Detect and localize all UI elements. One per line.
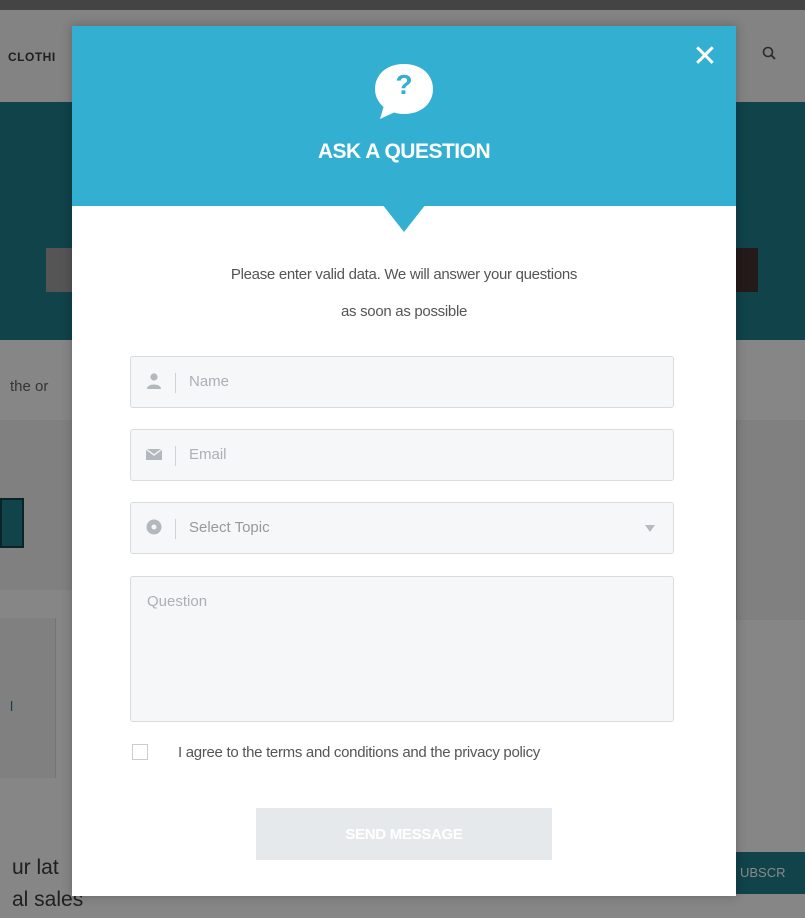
- question-mark-glyph: ?: [395, 69, 413, 100]
- field-separator: [175, 373, 176, 393]
- intro-text: Please enter valid data. We will answer …: [132, 256, 676, 330]
- name-input[interactable]: [189, 357, 649, 407]
- intro-line-1: Please enter valid data. We will answer …: [230, 266, 578, 283]
- user-icon: [145, 372, 163, 390]
- modal-title: ASK A QUESTION: [317, 140, 491, 163]
- field-separator: [175, 446, 176, 466]
- question-field: [130, 576, 674, 722]
- field-separator: [175, 519, 176, 539]
- envelope-icon: [145, 445, 163, 463]
- intro-line-2: as soon as possible: [340, 303, 468, 320]
- name-field: [130, 356, 674, 408]
- email-input[interactable]: [189, 430, 649, 480]
- ask-question-modal: ✕ ? ASK A QUESTION Please enter valid da…: [72, 26, 736, 896]
- topic-selected-value: Select Topic: [189, 519, 270, 536]
- question-bubble-icon: ?: [370, 60, 438, 122]
- topic-select[interactable]: Select Topic: [130, 502, 674, 554]
- email-field: [130, 429, 674, 481]
- agree-label[interactable]: I agree to the terms and conditions and …: [178, 744, 540, 761]
- circle-icon: [145, 518, 163, 536]
- question-textarea[interactable]: [147, 593, 657, 711]
- close-icon[interactable]: ✕: [690, 42, 720, 72]
- send-message-button[interactable]: SEND MESSAGE: [256, 808, 552, 860]
- header-pointer: [382, 204, 426, 232]
- chevron-down-icon: [645, 525, 655, 532]
- agree-checkbox[interactable]: [132, 744, 148, 760]
